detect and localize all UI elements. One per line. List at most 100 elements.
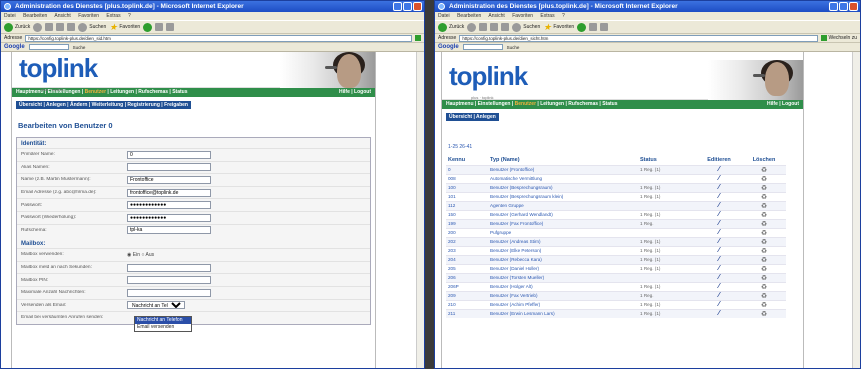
pagination[interactable]: 1-25 26-41 xyxy=(448,144,803,150)
cell-id[interactable]: 209 xyxy=(446,290,488,300)
delete-trash-icon[interactable]: ♻ xyxy=(761,248,767,255)
cell-id[interactable]: 210 xyxy=(446,299,488,309)
close-button[interactable] xyxy=(849,2,858,11)
delete-trash-icon[interactable]: ♻ xyxy=(761,230,767,237)
nav-help-logout[interactable]: Hilfe | Logout xyxy=(339,88,371,97)
nav-rest[interactable]: | Leitungen | Rufschemas | Status xyxy=(106,89,187,95)
nav-help-logout[interactable]: Hilfe | Logout xyxy=(767,100,799,109)
mailbox-seconds-input[interactable] xyxy=(127,263,211,272)
print-icon[interactable] xyxy=(166,23,175,31)
mailbox-radio[interactable]: ◉ Ein ○ Aus xyxy=(127,252,154,258)
cell-type[interactable]: Benutzer (Besprechungsraum) xyxy=(488,182,638,192)
favorites-button[interactable]: ★ Favoriten xyxy=(543,22,574,32)
mail-icon[interactable] xyxy=(589,23,598,31)
favorites-button[interactable]: ★ Favoriten xyxy=(109,22,140,32)
delete-trash-icon[interactable]: ♻ xyxy=(761,293,767,300)
edit-pen-icon[interactable]: ⁄ xyxy=(718,301,719,308)
cell-type[interactable]: Benutzer (Besprechungsraum klein) xyxy=(488,191,638,201)
rufschema-input[interactable] xyxy=(127,226,211,235)
menu-ansicht[interactable]: Ansicht xyxy=(54,13,70,19)
search-button[interactable]: Suchen xyxy=(78,22,106,32)
edit-pen-icon[interactable]: ⁄ xyxy=(718,283,719,290)
edit-pen-icon[interactable]: ⁄ xyxy=(718,292,719,299)
print-icon[interactable] xyxy=(600,23,609,31)
cell-type[interactable]: Benutzer (Gerhard Wendlandt) xyxy=(488,209,638,219)
cell-id[interactable]: 204 xyxy=(446,254,488,264)
back-button[interactable]: Zurück xyxy=(4,22,30,32)
max-messages-input[interactable] xyxy=(127,288,211,297)
cell-type[interactable]: Pufgruppe xyxy=(488,227,638,237)
menu-bearbeiten[interactable]: Bearbeiten xyxy=(23,13,47,19)
forward-arrow-icon[interactable] xyxy=(467,22,477,32)
edit-pen-icon[interactable]: ⁄ xyxy=(718,211,719,218)
address-input[interactable]: https://config.toplink-plus.de/dien_sid.… xyxy=(25,34,412,42)
google-search-button[interactable]: Suche xyxy=(73,45,86,50)
cell-type[interactable]: Benutzer (Fax Vertrieb) xyxy=(488,290,638,300)
send-as-email-select[interactable]: Nachricht an Telefon xyxy=(127,301,185,310)
forward-arrow-icon[interactable] xyxy=(33,22,43,32)
sub-nav[interactable]: Übersicht | Anlegen | Ändern | Weiterlei… xyxy=(16,101,191,109)
mail-icon[interactable] xyxy=(155,23,164,31)
name-input[interactable] xyxy=(127,175,211,184)
close-button[interactable] xyxy=(413,2,422,11)
edit-pen-icon[interactable]: ⁄ xyxy=(718,202,719,209)
stop-icon[interactable] xyxy=(479,23,488,31)
menu-help[interactable]: ? xyxy=(562,13,565,19)
edit-pen-icon[interactable]: ⁄ xyxy=(718,310,719,317)
cell-type[interactable]: Benutzer (Rebecca Kara) xyxy=(488,254,638,264)
cell-id[interactable]: 0 xyxy=(446,164,488,174)
go-button[interactable] xyxy=(415,35,421,41)
edit-pen-icon[interactable]: ⁄ xyxy=(718,193,719,200)
cell-id[interactable]: 200 xyxy=(446,227,488,237)
edit-pen-icon[interactable]: ⁄ xyxy=(718,247,719,254)
google-search-input[interactable] xyxy=(462,44,503,50)
delete-trash-icon[interactable]: ♻ xyxy=(761,302,767,309)
menu-ansicht[interactable]: Ansicht xyxy=(488,13,504,19)
cell-id[interactable]: 008 xyxy=(446,173,488,183)
delete-trash-icon[interactable]: ♻ xyxy=(761,284,767,291)
menu-bearbeiten[interactable]: Bearbeiten xyxy=(457,13,481,19)
search-button[interactable]: Suchen xyxy=(512,22,540,32)
cell-type[interactable]: Agenten Gruppe xyxy=(488,200,638,210)
edit-pen-icon[interactable]: ⁄ xyxy=(718,274,719,281)
cell-type[interactable]: Benutzer (Fax Frontoffice) xyxy=(488,218,638,228)
go-button[interactable]: Wechseln zu xyxy=(821,35,857,41)
edit-pen-icon[interactable]: ⁄ xyxy=(718,229,719,236)
delete-trash-icon[interactable]: ♻ xyxy=(761,239,767,246)
cell-id[interactable]: 100 xyxy=(446,182,488,192)
cell-id[interactable]: 101 xyxy=(446,191,488,201)
address-input[interactable]: https://config.toplink-plus.de/dien_sich… xyxy=(459,34,819,42)
refresh-icon[interactable] xyxy=(56,23,65,31)
edit-pen-icon[interactable]: ⁄ xyxy=(718,238,719,245)
edit-pen-icon[interactable]: ⁄ xyxy=(718,166,719,173)
delete-trash-icon[interactable]: ♻ xyxy=(761,212,767,219)
media-icon[interactable] xyxy=(577,22,587,32)
delete-trash-icon[interactable]: ♻ xyxy=(761,185,767,192)
minimize-button[interactable] xyxy=(393,2,402,11)
cell-type[interactable]: Benutzer (Daniel Holler) xyxy=(488,263,638,273)
menu-help[interactable]: ? xyxy=(128,13,131,19)
cell-id[interactable]: 112 xyxy=(446,200,488,210)
cell-id[interactable]: 206P xyxy=(446,281,488,291)
minimize-button[interactable] xyxy=(829,2,838,11)
primary-name-input[interactable] xyxy=(127,150,211,159)
menu-extras[interactable]: Extras xyxy=(106,13,120,19)
email-input[interactable] xyxy=(127,188,211,197)
menu-favoriten[interactable]: Favoriten xyxy=(512,13,533,19)
delete-trash-icon[interactable]: ♻ xyxy=(761,221,767,228)
maximize-button[interactable] xyxy=(839,2,848,11)
menu-datei[interactable]: Datei xyxy=(438,13,450,19)
delete-trash-icon[interactable]: ♻ xyxy=(761,311,767,318)
mailbox-pin-input[interactable] xyxy=(127,276,211,285)
cell-id[interactable]: 205 xyxy=(446,263,488,273)
nav-rest[interactable]: | Leitungen | Rufschemas | Status xyxy=(536,101,617,107)
maximize-button[interactable] xyxy=(403,2,412,11)
delete-trash-icon[interactable]: ♻ xyxy=(761,194,767,201)
cell-id[interactable]: 199 xyxy=(446,218,488,228)
menu-datei[interactable]: Datei xyxy=(4,13,16,19)
home-icon[interactable] xyxy=(67,23,76,31)
menu-extras[interactable]: Extras xyxy=(540,13,554,19)
edit-pen-icon[interactable]: ⁄ xyxy=(718,265,719,272)
nav-current[interactable]: Benutzer xyxy=(85,89,106,95)
cell-type[interactable]: Benutzer (Frontoffice) xyxy=(488,164,638,174)
